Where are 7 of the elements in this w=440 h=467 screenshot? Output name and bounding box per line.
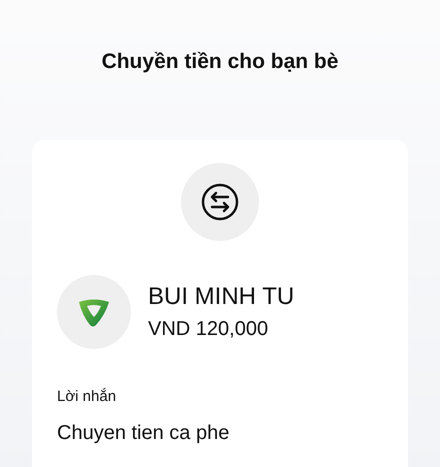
transfer-icon xyxy=(181,163,259,241)
message-label: Lời nhắn xyxy=(57,387,118,407)
message-text: Chuyen tien ca phe xyxy=(57,421,230,445)
screen-title: Chuyền tiền cho bạn bè xyxy=(100,49,340,75)
transfer-amount: VND 120,000 xyxy=(148,317,270,341)
bank-logo-icon xyxy=(57,275,131,349)
recipient-name: BUI MINH TU xyxy=(148,283,294,311)
